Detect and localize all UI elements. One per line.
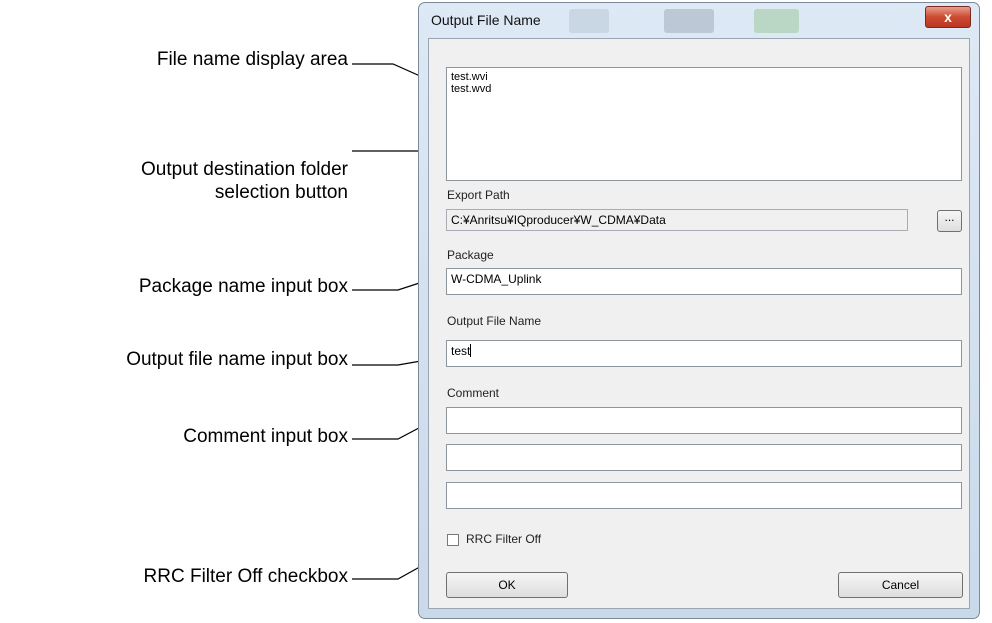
package-name-input[interactable]: W-CDMA_Uplink (446, 268, 962, 295)
callout-comment-input: Comment input box (183, 426, 348, 447)
callout-output-destination: Output destination folder selection butt… (141, 158, 348, 204)
export-path-field: C:¥Anritsu¥IQproducer¥W_CDMA¥Data (446, 209, 908, 231)
output-file-name-label: Output File Name (447, 314, 542, 328)
file-list-item: test.wvd (451, 83, 492, 95)
titlebar-background-blob (664, 9, 714, 33)
export-path-label: Export Path (447, 188, 510, 202)
output-file-name-dialog: Output File Name x test.wvi test.wvd Exp… (418, 2, 980, 619)
cancel-button[interactable]: Cancel (838, 572, 963, 598)
text-caret (470, 344, 472, 357)
dialog-client-area: test.wvi test.wvd Export Path C:¥Anritsu… (428, 38, 970, 609)
callout-output-destination-line2: selection button (214, 182, 348, 203)
callout-file-name-display-area: File name display area (156, 49, 348, 70)
ok-button[interactable]: OK (446, 572, 568, 598)
comment-input-line-3[interactable] (446, 482, 962, 509)
close-icon: x (944, 9, 952, 25)
close-button[interactable]: x (925, 6, 971, 28)
rrc-filter-off-checkbox[interactable] (447, 534, 459, 546)
comment-input-line-1[interactable] (446, 407, 962, 434)
comment-input-line-2[interactable] (446, 444, 962, 471)
output-folder-browse-button[interactable]: ... (937, 210, 962, 232)
callout-package-name-input: Package name input box (138, 276, 348, 297)
rrc-filter-off-label[interactable]: RRC Filter Off (466, 532, 541, 546)
file-name-display-area[interactable]: test.wvi test.wvd (446, 67, 962, 181)
titlebar-background-blob (754, 9, 799, 33)
callout-output-file-name-input: Output file name input box (126, 349, 348, 370)
dialog-titlebar[interactable]: Output File Name x (419, 3, 979, 37)
comment-label: Comment (447, 386, 500, 400)
dialog-title: Output File Name (431, 12, 541, 28)
file-list-item: test.wvi (451, 71, 488, 83)
package-label: Package (447, 248, 494, 262)
output-file-name-input[interactable]: test (446, 340, 962, 367)
callout-rrc-filter-checkbox: RRC Filter Off checkbox (143, 566, 348, 587)
output-file-name-value: test (451, 344, 471, 358)
callout-output-destination-line1: Output destination folder (140, 159, 348, 180)
titlebar-background-blob (569, 9, 609, 33)
